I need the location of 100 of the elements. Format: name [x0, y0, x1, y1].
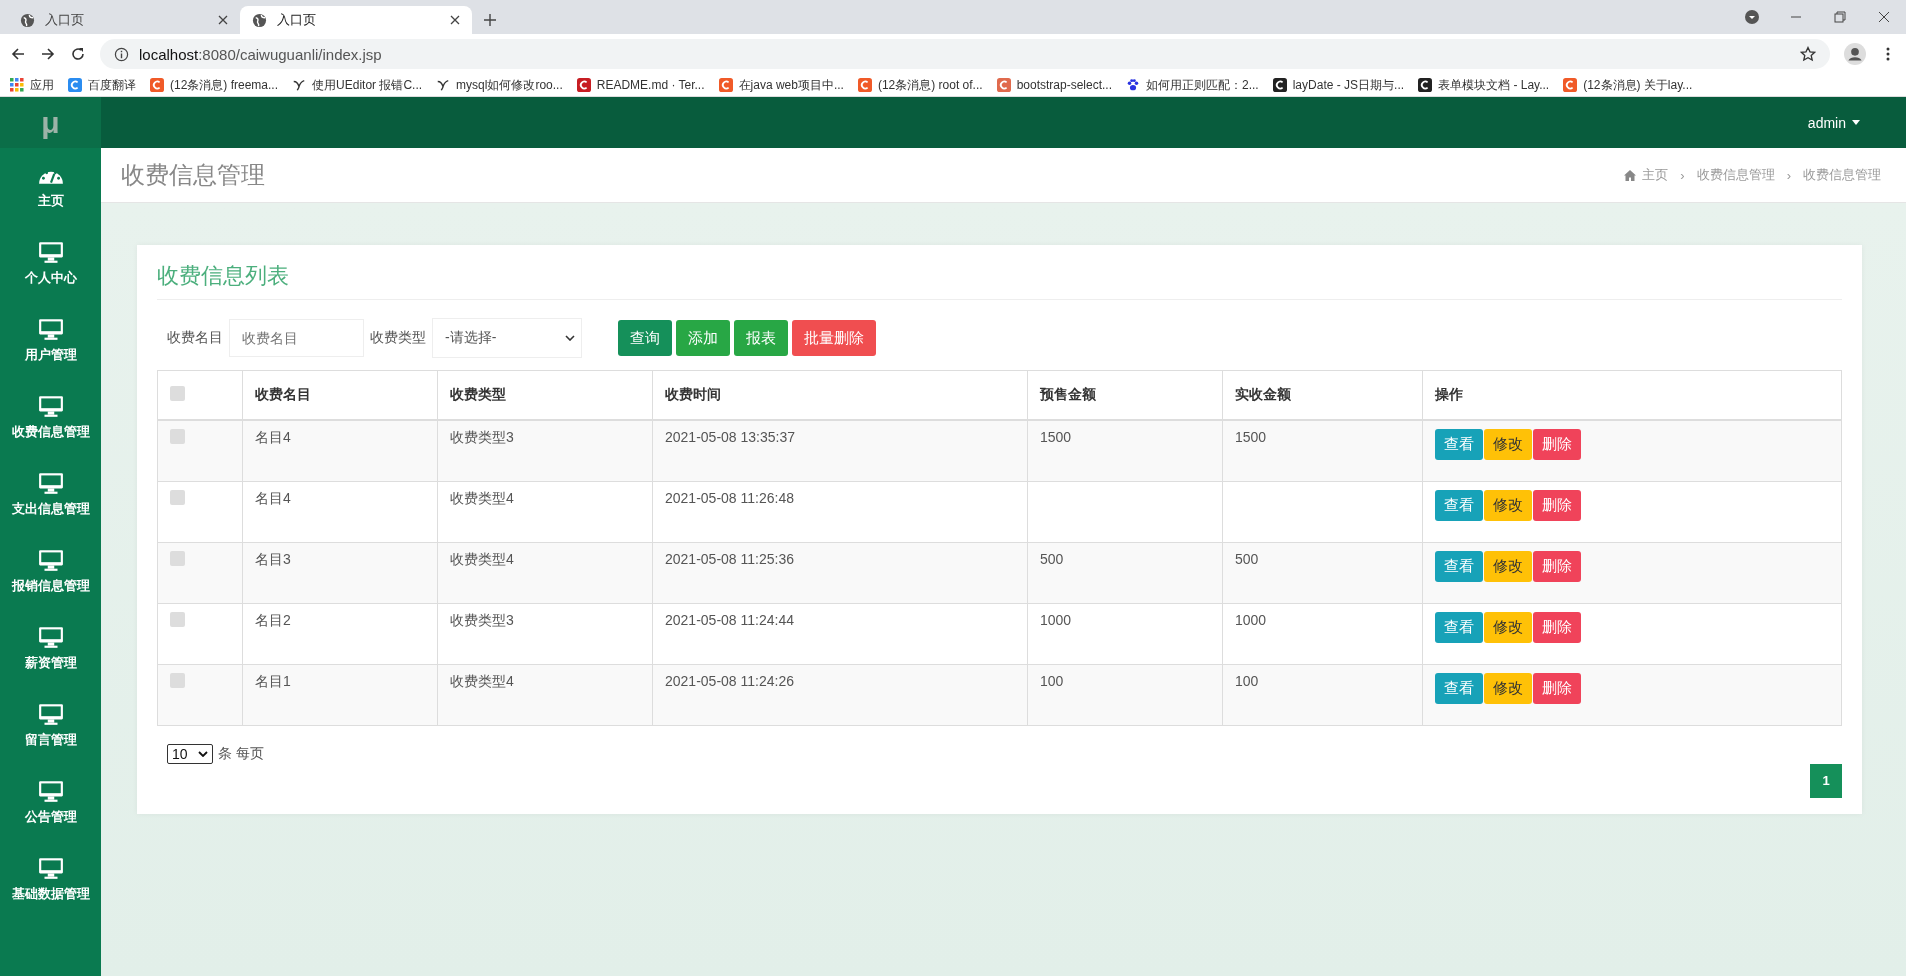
view-button[interactable]: 查看 — [1435, 672, 1483, 704]
profile-icon[interactable] — [1844, 43, 1866, 65]
bookmark[interactable]: 应用 — [10, 76, 54, 94]
edit-button[interactable]: 修改 — [1484, 611, 1532, 643]
view-button[interactable]: 查看 — [1435, 429, 1483, 460]
delete-button[interactable]: 删除 — [1533, 489, 1581, 521]
sidebar-item[interactable]: 报销信息管理 — [0, 533, 101, 610]
add-button[interactable]: 添加 — [676, 320, 730, 356]
browser-tab[interactable]: 入口页 — [240, 6, 472, 34]
table-cell: 名目3 — [255, 550, 291, 567]
edit-button[interactable]: 修改 — [1484, 550, 1532, 582]
checkbox[interactable] — [170, 611, 185, 627]
close-icon[interactable] — [218, 15, 228, 25]
sidebar-item[interactable]: 个人中心 — [0, 225, 101, 302]
edit-button[interactable]: 修改 — [1484, 489, 1532, 521]
site-icon — [1563, 78, 1578, 92]
paw-icon — [1126, 78, 1140, 92]
sidebar-item[interactable]: 留言管理 — [0, 687, 101, 764]
edit-button[interactable]: 修改 — [1484, 672, 1532, 704]
column-header: 收费名目 — [255, 386, 311, 402]
tab-search-icon[interactable] — [1744, 9, 1760, 25]
site-icon — [1418, 78, 1433, 92]
delete-button[interactable]: 批量删除 — [792, 320, 876, 356]
view-button[interactable]: 查看 — [1435, 611, 1483, 643]
breadcrumb-link[interactable]: 收费信息管理 — [1696, 166, 1775, 184]
monitor-icon — [37, 779, 64, 802]
sidebar-item[interactable]: 支出信息管理 — [0, 456, 101, 533]
bookmark[interactable]: 在java web项目中... — [718, 76, 844, 94]
close-icon[interactable] — [450, 15, 460, 25]
search-button[interactable]: 查询 — [618, 320, 672, 356]
monitor-icon — [37, 240, 64, 263]
breadcrumb-link[interactable]: 收费信息管理 — [1803, 166, 1881, 184]
bookmark[interactable]: bootstrap-select... — [996, 78, 1112, 92]
sidebar-item[interactable]: 公告管理 — [0, 764, 101, 841]
browser-tab[interactable]: 入口页 — [8, 6, 240, 34]
delete-button[interactable]: 删除 — [1533, 550, 1581, 582]
page-size-select[interactable]: 10 — [167, 743, 213, 764]
sidebar-item[interactable]: 基础数据管理 — [0, 841, 101, 918]
forward-icon[interactable] — [40, 46, 56, 62]
back-icon[interactable] — [10, 46, 26, 62]
close-icon[interactable] — [1876, 9, 1892, 25]
filter-label: 收费类型 — [370, 329, 426, 347]
table-cell: 500 — [1235, 550, 1259, 567]
page-button[interactable]: 1 — [1810, 763, 1842, 798]
column-header: 收费类型 — [450, 386, 506, 402]
site-icon — [996, 78, 1011, 92]
delete-button[interactable]: 删除 — [1533, 429, 1581, 460]
table-cell: 名目4 — [255, 429, 291, 445]
home-icon — [1624, 169, 1637, 181]
breadcrumb-link[interactable]: 主页 — [1642, 166, 1669, 184]
new-tab-icon[interactable] — [484, 14, 496, 26]
logo: μ — [0, 97, 101, 148]
bookmark[interactable]: (12条消息) freema... — [150, 76, 279, 94]
table-cell: 2021-05-08 11:25:36 — [665, 550, 794, 567]
view-button[interactable]: 查看 — [1435, 550, 1483, 582]
edit-button[interactable]: 修改 — [1484, 429, 1532, 460]
restore-icon[interactable] — [1832, 9, 1848, 25]
sidebar-item[interactable]: 主页 — [0, 148, 101, 225]
reload-icon[interactable] — [70, 46, 86, 62]
sidebar-item[interactable]: 收费信息管理 — [0, 379, 101, 456]
report-button[interactable]: 报表 — [734, 320, 788, 356]
name-input[interactable]: 收费名目 — [229, 319, 364, 357]
monitor-icon — [37, 471, 64, 494]
bookmark[interactable]: 如何用正则匹配：2... — [1126, 76, 1259, 94]
sidebar-item[interactable]: 薪资管理 — [0, 610, 101, 687]
bookmark[interactable]: mysql如何修改roo... — [436, 76, 563, 94]
card-title: 收费信息列表 — [157, 259, 1842, 300]
checkbox[interactable] — [170, 550, 185, 566]
site-icon — [718, 78, 733, 92]
user-menu[interactable]: admin — [1807, 114, 1860, 131]
bookmark[interactable]: layDate - JS日期与... — [1272, 76, 1405, 94]
bookmark[interactable]: (12条消息) root of... — [857, 76, 983, 94]
monitor-icon — [37, 625, 64, 648]
table-cell: 名目2 — [255, 611, 291, 628]
caret-icon — [1852, 120, 1860, 125]
type-select[interactable]: -请选择- — [432, 318, 582, 358]
checkbox[interactable] — [170, 672, 185, 688]
checkbox[interactable] — [170, 429, 185, 444]
address-bar[interactable]: localhost:8080/caiwuguanli/index.jsp — [100, 39, 1830, 69]
bookmark[interactable]: (12条消息) 关于lay... — [1563, 76, 1693, 94]
table-cell: 500 — [1040, 550, 1064, 567]
column-header: 预售金额 — [1040, 386, 1096, 402]
globe-icon — [20, 12, 35, 28]
checkbox[interactable] — [170, 386, 185, 401]
sidebar-item[interactable]: 用户管理 — [0, 302, 101, 379]
delete-button[interactable]: 删除 — [1533, 672, 1581, 704]
breadcrumb-separator: › — [1786, 167, 1791, 183]
checkbox[interactable] — [170, 489, 185, 505]
bookmark[interactable]: 百度翻译 — [68, 76, 136, 94]
site-icon — [1272, 78, 1287, 92]
star-icon[interactable] — [1800, 46, 1816, 62]
bookmark[interactable]: 表单模块文档 - Lay... — [1418, 76, 1550, 94]
bookmark[interactable]: README.md · Ter... — [576, 78, 705, 92]
table-cell: 2021-05-08 11:26:48 — [665, 489, 794, 506]
bookmark[interactable]: 使用UEditor 报错C... — [292, 76, 423, 94]
table-cell: 收费类型3 — [450, 611, 514, 628]
table-cell: 1000 — [1235, 611, 1267, 628]
view-button[interactable]: 查看 — [1435, 489, 1483, 521]
delete-button[interactable]: 删除 — [1533, 611, 1581, 643]
table-cell: 收费类型4 — [450, 550, 514, 567]
